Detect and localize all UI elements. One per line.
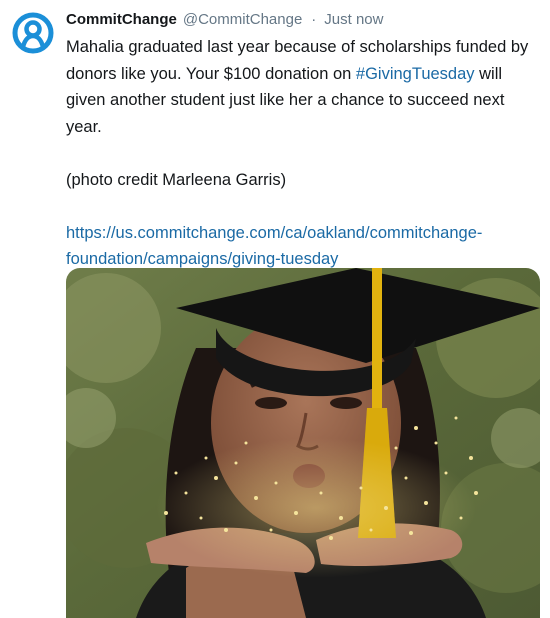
user-handle[interactable]: @CommitChange: [183, 11, 302, 28]
tweet-header: CommitChange @CommitChange · Just now: [66, 8, 540, 32]
tweet: CommitChange @CommitChange · Just now Mahal…: [0, 0, 550, 618]
tweet-photo[interactable]: [66, 268, 540, 618]
campaign-link[interactable]: https://us.commitchange.com/ca/oakland/c…: [66, 224, 482, 269]
timestamp[interactable]: Just now: [324, 11, 383, 28]
tweet-content: CommitChange @CommitChange · Just now Mahal…: [66, 8, 540, 273]
hashtag-link[interactable]: #GivingTuesday: [356, 65, 475, 83]
separator-dot: ·: [311, 11, 317, 28]
commitchange-logo-icon[interactable]: [12, 12, 54, 54]
tweet-text: Mahalia graduated last year because of s…: [66, 34, 540, 273]
photo-credit: (photo credit Marleena Garris): [66, 170, 287, 189]
display-name[interactable]: CommitChange: [66, 11, 177, 28]
tweet-paragraph: Mahalia graduated last year because of s…: [66, 34, 540, 140]
